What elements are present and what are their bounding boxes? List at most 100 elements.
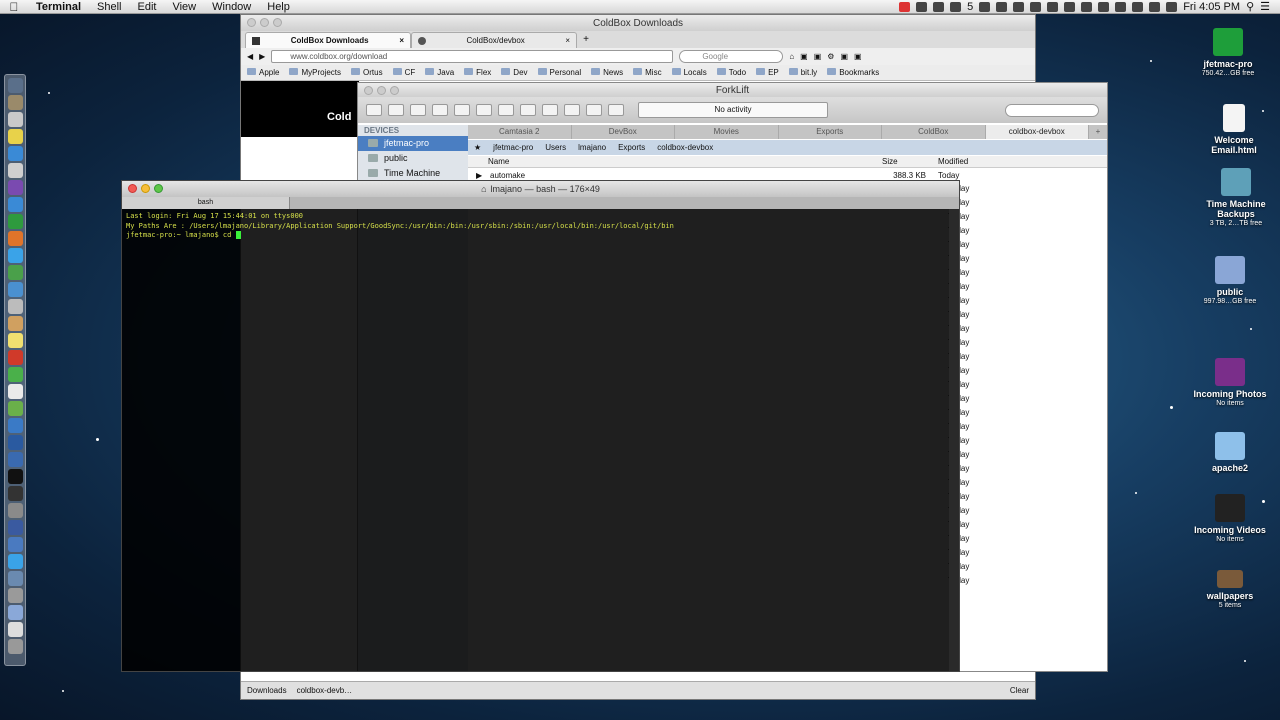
coldbox-logo[interactable]: Cold xyxy=(241,81,359,137)
volume-icon[interactable] xyxy=(1149,1,1161,12)
browser-tab[interactable]: ColdBox Downloads × xyxy=(245,32,411,48)
zoom-icon[interactable] xyxy=(154,184,163,193)
app-icon[interactable] xyxy=(7,537,23,552)
toolbar-icon[interactable]: ▣ xyxy=(814,52,822,61)
desktop-icon-incoming-videos[interactable]: Incoming Videos No items xyxy=(1190,494,1270,544)
breadcrumb-item[interactable]: Users xyxy=(545,143,566,152)
desktop-icon-welcome-email[interactable]: Welcome Email.html xyxy=(1194,104,1274,155)
documents-stack-icon[interactable] xyxy=(7,622,23,637)
column-view-icon[interactable] xyxy=(454,104,470,116)
zoom-icon[interactable] xyxy=(273,18,282,27)
search-field[interactable]: Google xyxy=(679,50,784,63)
notification-icon[interactable]: ☰ xyxy=(1260,0,1270,13)
breadcrumb-item[interactable]: jfetmac-pro xyxy=(493,143,533,152)
skype-icon[interactable] xyxy=(7,554,23,569)
copy-icon[interactable] xyxy=(520,104,536,116)
app-icon[interactable] xyxy=(7,163,23,178)
bookmark-item[interactable]: Misc xyxy=(633,68,661,77)
app-icon[interactable] xyxy=(7,282,23,297)
bookmark-item[interactable]: Flex xyxy=(464,68,491,77)
tray-icon[interactable] xyxy=(950,1,962,12)
tray-icon[interactable] xyxy=(1064,1,1076,12)
new-tab-button[interactable]: + xyxy=(577,34,595,48)
desktop-icon-drive[interactable]: jfetmac-pro 750.42…GB free xyxy=(1188,28,1268,78)
tray-icon[interactable] xyxy=(916,1,928,12)
notes-icon[interactable] xyxy=(7,333,23,348)
app-icon[interactable] xyxy=(7,486,23,501)
app-icon[interactable] xyxy=(7,571,23,586)
menu-app-name[interactable]: Terminal xyxy=(28,0,89,14)
tab-exports[interactable]: Exports xyxy=(779,125,882,139)
settings-icon[interactable]: ⚙ xyxy=(827,52,834,61)
favorite-star-icon[interactable]: ★ xyxy=(474,143,481,152)
app-icon[interactable] xyxy=(7,129,23,144)
back-icon[interactable]: ◀ xyxy=(247,52,253,61)
browser-tab[interactable]: ColdBox/devbox × xyxy=(411,32,577,48)
bookmark-item[interactable]: Bookmarks xyxy=(827,68,879,77)
app-icon[interactable] xyxy=(7,503,23,518)
close-icon[interactable] xyxy=(128,184,137,193)
bookmark-item[interactable]: Ortus xyxy=(351,68,383,77)
bookmark-item[interactable]: Apple xyxy=(247,68,279,77)
compare-icon[interactable] xyxy=(564,104,580,116)
tab-coldbox[interactable]: ColdBox xyxy=(882,125,986,139)
app-icon[interactable] xyxy=(7,180,23,195)
column-size[interactable]: Size xyxy=(882,157,938,166)
toolbar-icon[interactable]: ▣ xyxy=(854,52,862,61)
home-icon[interactable]: ⌂ xyxy=(789,52,794,61)
list-view-icon[interactable] xyxy=(432,104,448,116)
add-tab-button[interactable]: + xyxy=(1089,125,1107,139)
desktop-icon-public[interactable]: public 997.98…GB free xyxy=(1190,256,1270,306)
sidebar-item-time-machine[interactable]: Time Machine xyxy=(358,166,468,181)
tray-icon[interactable] xyxy=(996,1,1008,12)
app-icon[interactable] xyxy=(7,95,23,110)
wifi-icon[interactable] xyxy=(1132,1,1144,12)
menu-shell[interactable]: Shell xyxy=(89,0,129,14)
clock[interactable]: Fri 4:05 PM xyxy=(1183,1,1240,13)
app-icon[interactable] xyxy=(7,316,23,331)
app-icon[interactable] xyxy=(7,350,23,365)
action-icon[interactable] xyxy=(476,104,492,116)
app-icon[interactable] xyxy=(7,588,23,603)
app-icon[interactable] xyxy=(7,112,23,127)
close-tab-icon[interactable]: × xyxy=(399,36,404,45)
sidebar-item-public[interactable]: public xyxy=(358,151,468,166)
sync-icon[interactable] xyxy=(498,104,514,116)
tray-icon[interactable] xyxy=(1081,1,1093,12)
trash-icon[interactable] xyxy=(7,639,23,654)
close-icon[interactable] xyxy=(247,18,256,27)
bookmark-item[interactable]: MyProjects xyxy=(289,68,341,77)
search-input[interactable] xyxy=(1005,103,1099,117)
bookmark-item[interactable]: Locals xyxy=(672,68,707,77)
breadcrumb-item[interactable]: coldbox-devbox xyxy=(657,143,713,152)
terminal-icon[interactable] xyxy=(7,469,23,484)
app-icon[interactable] xyxy=(7,401,23,416)
app-icon[interactable] xyxy=(7,520,23,535)
tray-icon[interactable] xyxy=(1013,1,1025,12)
record-icon[interactable] xyxy=(899,1,911,12)
app-icon[interactable] xyxy=(7,367,23,382)
desktop-icon-incoming-photos[interactable]: Incoming Photos No items xyxy=(1190,358,1270,408)
breadcrumb-item[interactable]: lmajano xyxy=(578,143,606,152)
address-bar[interactable]: www.coldbox.org/download xyxy=(271,50,674,63)
tab-camtasia[interactable]: Camtasia 2 xyxy=(468,125,572,139)
terminal-scrollbar[interactable] xyxy=(949,209,959,671)
finder-icon[interactable] xyxy=(7,78,23,93)
delete-icon[interactable] xyxy=(542,104,558,116)
twitter-icon[interactable] xyxy=(7,248,23,263)
forward-icon[interactable]: ▶ xyxy=(259,52,265,61)
coldfusion-icon[interactable] xyxy=(7,299,23,314)
firefox-icon[interactable] xyxy=(7,231,23,246)
tab-devbox[interactable]: DevBox xyxy=(572,125,675,139)
menu-view[interactable]: View xyxy=(164,0,204,14)
minimize-icon[interactable] xyxy=(141,184,150,193)
bookmark-item[interactable]: Dev xyxy=(501,68,527,77)
close-icon[interactable] xyxy=(364,86,373,95)
bookmark-item[interactable]: bit.ly xyxy=(789,68,817,77)
column-modified[interactable]: Modified xyxy=(938,157,968,166)
disclosure-icon[interactable]: ▶ xyxy=(468,171,490,180)
clear-button[interactable]: Clear xyxy=(1010,686,1035,695)
spotlight-icon[interactable]: ⚲ xyxy=(1246,0,1254,13)
tray-icon[interactable] xyxy=(1030,1,1042,12)
bookmark-item[interactable]: CF xyxy=(393,68,416,77)
